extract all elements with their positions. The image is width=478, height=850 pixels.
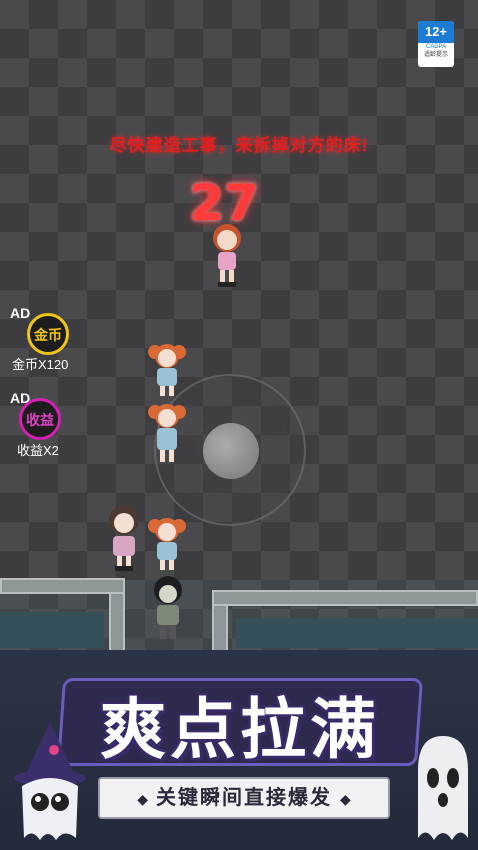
wall-right-top <box>212 590 478 606</box>
wall-right-inner <box>236 618 478 648</box>
wall-left-top <box>0 578 125 594</box>
subtitle-bar: ◆ 关键瞬间直接爆发 ◆ <box>98 777 390 819</box>
wall-right-side <box>212 604 228 652</box>
age-rating-badge: 12+ CADPA 适龄提示 <box>418 21 454 67</box>
witch-ghost-icon <box>14 722 86 840</box>
ad-income-label: 收益X2 <box>17 443 59 458</box>
ad-income-button[interactable]: AD 收益 收益X2 <box>8 390 78 460</box>
ally-boy-character <box>154 576 182 639</box>
ghost-icon <box>418 736 468 840</box>
promo-subtitle: 关键瞬间直接爆发 <box>156 787 332 809</box>
ad-tag: AD <box>10 305 31 321</box>
age-rating-note: 适龄提示 <box>423 52 448 58</box>
coin-badge-icon: 金币 <box>27 313 69 355</box>
age-rating-org: CADPA <box>425 44 447 50</box>
hint-text: 尽快建造工事，来拆掉对方的床! <box>109 136 369 155</box>
age-rating-value: 12+ <box>418 21 454 43</box>
diamond-icon: ◆ <box>137 791 148 807</box>
joystick-knob[interactable] <box>203 423 259 479</box>
wall-left-side <box>109 592 125 652</box>
ally-girl-character <box>148 344 186 396</box>
diamond-icon: ◆ <box>340 791 351 807</box>
ally-brown-hair-girl-character <box>109 505 139 571</box>
ad-coin-button[interactable]: AD 金币 金币X120 <box>8 305 78 375</box>
income-badge-icon: 收益 <box>19 398 61 440</box>
promo-title: 爽点拉满 <box>100 691 380 768</box>
ad-coin-label: 金币X120 <box>12 357 69 372</box>
wall-left-inner <box>0 612 104 648</box>
enemy-girl-character <box>213 224 241 287</box>
ally-girl-character <box>148 404 186 462</box>
ally-girl-character <box>148 518 186 570</box>
